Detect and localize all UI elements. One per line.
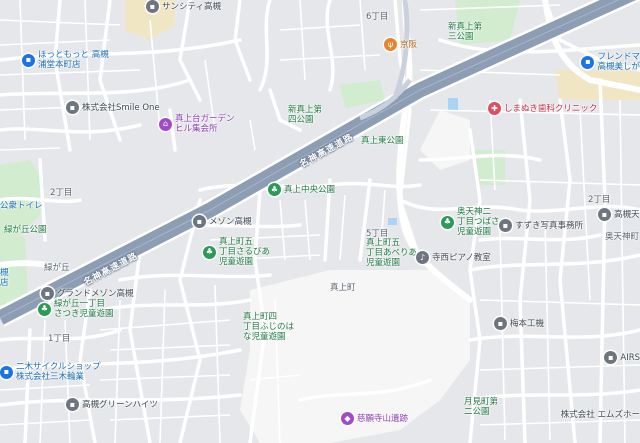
poi-27[interactable]: 槻店 bbox=[0, 268, 9, 288]
poi-4[interactable]: 6丁目 bbox=[366, 12, 388, 22]
poi-31[interactable]: 真上町四 丁目ふじのは な児童遊園 bbox=[243, 312, 294, 342]
shop-icon: ▪ bbox=[22, 53, 35, 67]
poi-34[interactable]: ▪ 二木サイクルショップ 株式会社三木輪業 bbox=[0, 362, 101, 382]
poi-label: 真上台ガーデン ヒル集会所 bbox=[175, 114, 235, 134]
poi-7[interactable]: ▪ 株式会社Smile One bbox=[66, 101, 160, 114]
building-icon: ▪ bbox=[146, 0, 159, 13]
poi-19[interactable]: ▪ すずき写真事務所 bbox=[499, 219, 583, 232]
poi-3[interactable]: 新真上第 三公園 bbox=[448, 22, 482, 42]
poi-23[interactable]: 真上町五 丁目あべりあ 児童遊園 bbox=[366, 238, 417, 268]
poi-label: すずき写真事務所 bbox=[515, 220, 584, 231]
poi-16[interactable]: 2丁目 bbox=[588, 195, 610, 205]
poi-label: 寺西ピアノ教室 bbox=[432, 252, 491, 263]
building-icon: ▪ bbox=[66, 398, 79, 411]
poi-label: 真上町五 丁目さるびあ 児童遊園 bbox=[219, 237, 271, 267]
poi-label: しまぬき歯科クリニック bbox=[504, 103, 598, 114]
poi-label: 慈願寺山遺跡 bbox=[357, 413, 409, 424]
poi-1[interactable]: ▪ サンシティ高槻 bbox=[146, 0, 221, 13]
community-icon: ⌂ bbox=[159, 117, 172, 131]
poi-label: グランドメゾン高槻 bbox=[57, 288, 134, 299]
poi-28[interactable]: 真上町 bbox=[330, 283, 356, 293]
poi-35[interactable]: ▪ AIRS bbox=[604, 351, 640, 364]
poi-label: 6丁目 bbox=[366, 12, 389, 22]
poi-6[interactable]: ▪ フレンドマ 高槻美しが bbox=[581, 52, 640, 72]
poi-38[interactable]: ◆ 慈願寺山遺跡 bbox=[341, 412, 408, 425]
shop-icon: ▪ bbox=[581, 55, 595, 69]
poi-label: 奥天神二 丁目つばさ 児童遊園 bbox=[457, 207, 500, 237]
poi-label: 真上町 bbox=[330, 283, 356, 293]
school-icon: ♪ bbox=[416, 251, 429, 264]
poi-label: 株式会社Smile One bbox=[82, 102, 160, 113]
poi-30[interactable]: ♣ 緑が丘一丁目 さつき児童遊園 bbox=[38, 299, 114, 319]
park-icon: ♣ bbox=[268, 183, 281, 196]
clinic-icon: ✚ bbox=[488, 102, 501, 115]
building-icon: ▪ bbox=[604, 351, 618, 364]
park-icon: ♣ bbox=[203, 245, 216, 259]
poi-label: 2丁目 bbox=[588, 195, 611, 205]
poi-33[interactable]: 1丁目 bbox=[48, 334, 70, 344]
poi-label: 高槻グリーンハイツ bbox=[82, 399, 158, 410]
poi-label: ほっともっと 高槻 浦堂本町店 bbox=[38, 50, 109, 70]
poi-18[interactable]: ▪ 高槻天 bbox=[598, 208, 640, 221]
poi-label: 槻店 bbox=[0, 268, 9, 288]
poi-label: 真上町五 丁目あべりあ 児童遊園 bbox=[366, 238, 418, 268]
poi-20[interactable]: ▪ メゾン高槻 bbox=[193, 215, 252, 228]
poi-36[interactable]: ▪ 高槻グリーンハイツ bbox=[66, 398, 158, 411]
poi-label: サンシティ高槻 bbox=[162, 1, 221, 12]
poi-13[interactable]: 2丁目 bbox=[50, 188, 72, 198]
poi-label: 株式会社 エムズホー bbox=[560, 410, 640, 420]
poi-label: 2丁目 bbox=[50, 188, 73, 198]
landmark-icon: ◆ bbox=[341, 412, 354, 425]
poi-label: 1丁目 bbox=[48, 334, 71, 344]
poi-label: 緑が丘 bbox=[44, 263, 70, 273]
poi-15[interactable]: 緑が丘公園 bbox=[4, 225, 47, 235]
building-icon: ▪ bbox=[66, 101, 79, 114]
poi-label: 緑が丘公園 bbox=[4, 225, 47, 235]
map-canvas[interactable]: 名神高速道路 名神高速道路 ▪ サンシティ高槻 ▪ ほっともっと 高槻 浦堂本町店 新真上… bbox=[0, 0, 640, 443]
poi-label: 二木サイクルショップ 株式会社三木輪業 bbox=[16, 362, 101, 382]
park-icon: ♣ bbox=[441, 215, 454, 229]
poi-21[interactable]: ♣ 真上町五 丁目さるびあ 児童遊園 bbox=[203, 237, 270, 267]
poi-26[interactable]: 緑が丘 bbox=[44, 263, 70, 273]
poi-25[interactable]: 奥天神町 bbox=[605, 232, 639, 242]
building-icon: ▪ bbox=[499, 219, 512, 232]
poi-24[interactable]: ♪ 寺西ピアノ教室 bbox=[416, 251, 491, 264]
poi-label: メゾン高槻 bbox=[209, 216, 252, 227]
poi-label: 京阪 bbox=[400, 39, 418, 50]
poi-17[interactable]: ♣ 奥天神二 丁目つばさ 児童遊園 bbox=[441, 207, 500, 237]
park-icon: ♣ bbox=[38, 302, 51, 316]
poi-11[interactable]: 真上東公園 bbox=[361, 136, 404, 146]
poi-label: AIRS bbox=[620, 352, 640, 363]
poi-12[interactable]: ♣ 真上中央公園 bbox=[268, 183, 335, 196]
poi-2[interactable]: ▪ ほっともっと 高槻 浦堂本町店 bbox=[22, 50, 109, 70]
poi-32[interactable]: ▪ 梅本工機 bbox=[494, 317, 544, 330]
poi-label: 新真上第 三公園 bbox=[448, 22, 483, 42]
poi-label: 新真上第 四公園 bbox=[288, 105, 323, 125]
poi-label: 真上東公園 bbox=[361, 136, 404, 146]
poi-label: 公衆トイレ bbox=[0, 201, 43, 211]
poi-label: 奥天神町 bbox=[605, 232, 640, 242]
poi-9[interactable]: 新真上第 四公園 bbox=[288, 105, 322, 125]
poi-label: フレンドマ 高槻美しが bbox=[597, 52, 640, 72]
poi-label: 真上中央公園 bbox=[284, 184, 336, 195]
poi-label: 梅本工機 bbox=[510, 318, 545, 329]
restaurant-icon: ψ bbox=[384, 38, 397, 51]
poi-37[interactable]: 月見町第 二公園 bbox=[464, 397, 498, 417]
poi-8[interactable]: ⌂ 真上台ガーデン ヒル集会所 bbox=[159, 114, 235, 134]
building-icon: ▪ bbox=[598, 208, 611, 221]
poi-10[interactable]: ✚ しまぬき歯科クリニック bbox=[488, 102, 597, 115]
building-icon: ▪ bbox=[494, 317, 507, 330]
poi-39[interactable]: 株式会社 エムズホー bbox=[561, 410, 640, 420]
poi-label: 真上町四 丁目ふじのは な児童遊園 bbox=[243, 312, 295, 342]
building-icon: ▪ bbox=[193, 215, 206, 228]
poi-label: 月見町第 二公園 bbox=[464, 397, 499, 417]
poi-14[interactable]: 公衆トイレ bbox=[0, 201, 43, 211]
poi-5[interactable]: ψ 京阪 bbox=[384, 38, 417, 51]
poi-label: 高槻天 bbox=[614, 209, 640, 220]
poi-label: 緑が丘一丁目 さつき児童遊園 bbox=[54, 299, 114, 319]
shop-icon: ▪ bbox=[0, 365, 13, 379]
